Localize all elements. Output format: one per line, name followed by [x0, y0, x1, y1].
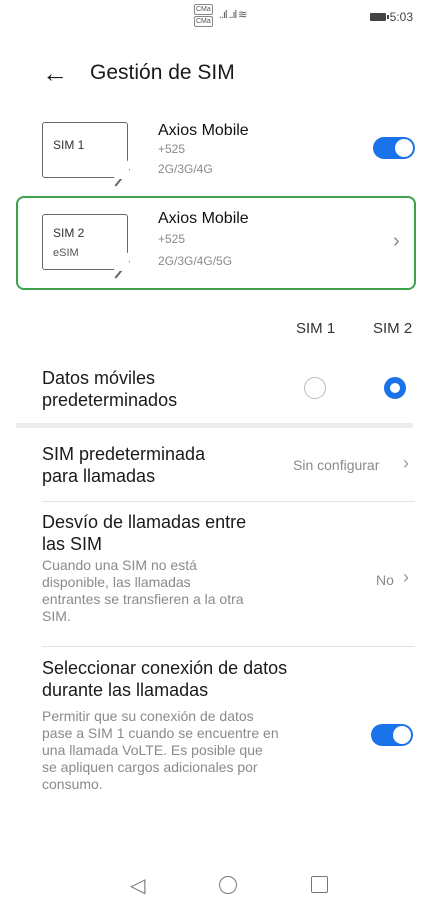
nav-back-icon[interactable]: ◁: [130, 873, 145, 898]
sim1-card[interactable]: SIM 1 Axios Mobile +525 2G/3G/4G: [16, 104, 416, 196]
nav-home-icon[interactable]: [219, 876, 237, 894]
status-right: 5:03: [369, 10, 413, 24]
default-data-sim1-radio[interactable]: [304, 377, 326, 399]
sim1-number: +525: [158, 142, 186, 156]
system-nav-bar: ◁: [0, 860, 429, 912]
column-header-sim1: SIM 1: [296, 320, 336, 337]
chevron-right-icon[interactable]: ›: [403, 567, 409, 588]
chevron-right-icon[interactable]: ›: [393, 230, 400, 253]
sim2-number: +525: [158, 232, 186, 246]
sim2-card[interactable]: SIM 2 eSIM Axios Mobile +525 2G/3G/4G/5G…: [16, 196, 416, 290]
sim1-indicator: CMa: [194, 4, 213, 15]
call-forwarding-title[interactable]: Desvío de llamadas entre las SIM: [42, 511, 246, 555]
sim1-carrier: Axios Mobile: [158, 122, 249, 139]
row-divider: [42, 646, 415, 647]
page-title: Gestión de SIM: [90, 61, 235, 84]
sim-icon-sublabel: eSIM: [53, 247, 79, 259]
default-calls-title[interactable]: SIM predeterminada para llamadas: [42, 443, 205, 487]
sim1-toggle[interactable]: [373, 137, 415, 159]
signal-wifi-icons: ..ıl ..ıl ≋: [218, 9, 248, 21]
default-calls-value[interactable]: Sin configurar: [293, 457, 379, 473]
column-header-sim2: SIM 2: [373, 320, 413, 337]
chevron-right-icon[interactable]: ›: [403, 453, 409, 474]
default-data-sim2-radio[interactable]: [384, 377, 406, 399]
data-during-calls-toggle[interactable]: [371, 724, 413, 746]
call-forwarding-description: Cuando una SIM no está disponible, las l…: [42, 557, 244, 624]
battery-icon: [369, 13, 389, 21]
nav-recents-icon[interactable]: [311, 876, 328, 893]
status-icons: CMa CMa ..ıl ..ıl ≋: [194, 4, 248, 28]
back-arrow-icon[interactable]: ←: [42, 58, 68, 88]
data-during-calls-description: Permitir que su conexión de datos pase a…: [42, 708, 279, 792]
data-during-calls-title: Seleccionar conexión de datos durante la…: [42, 658, 288, 700]
row-divider: [42, 501, 415, 502]
sim-indicators: CMa CMa: [194, 4, 213, 28]
esim-card-icon: SIM 2 eSIM: [42, 214, 130, 278]
sim-card-icon: SIM 1: [42, 122, 130, 186]
app-header: ← Gestión de SIM: [0, 52, 429, 96]
default-data-title: Datos móviles predeterminados: [42, 368, 178, 410]
sim2-carrier: Axios Mobile: [158, 210, 249, 227]
clock: 5:03: [389, 10, 413, 24]
sim2-indicator: CMa: [194, 16, 213, 27]
sim1-networks: 2G/3G/4G: [158, 162, 213, 176]
status-bar: CMa CMa ..ıl ..ıl ≋ 5:03: [0, 0, 429, 36]
section-divider: [16, 423, 413, 428]
sim-icon-label: SIM 1: [53, 138, 85, 152]
call-forwarding-value[interactable]: No: [376, 572, 394, 588]
sim2-networks: 2G/3G/4G/5G: [158, 254, 233, 268]
sim-icon-label: SIM 2: [53, 226, 85, 240]
